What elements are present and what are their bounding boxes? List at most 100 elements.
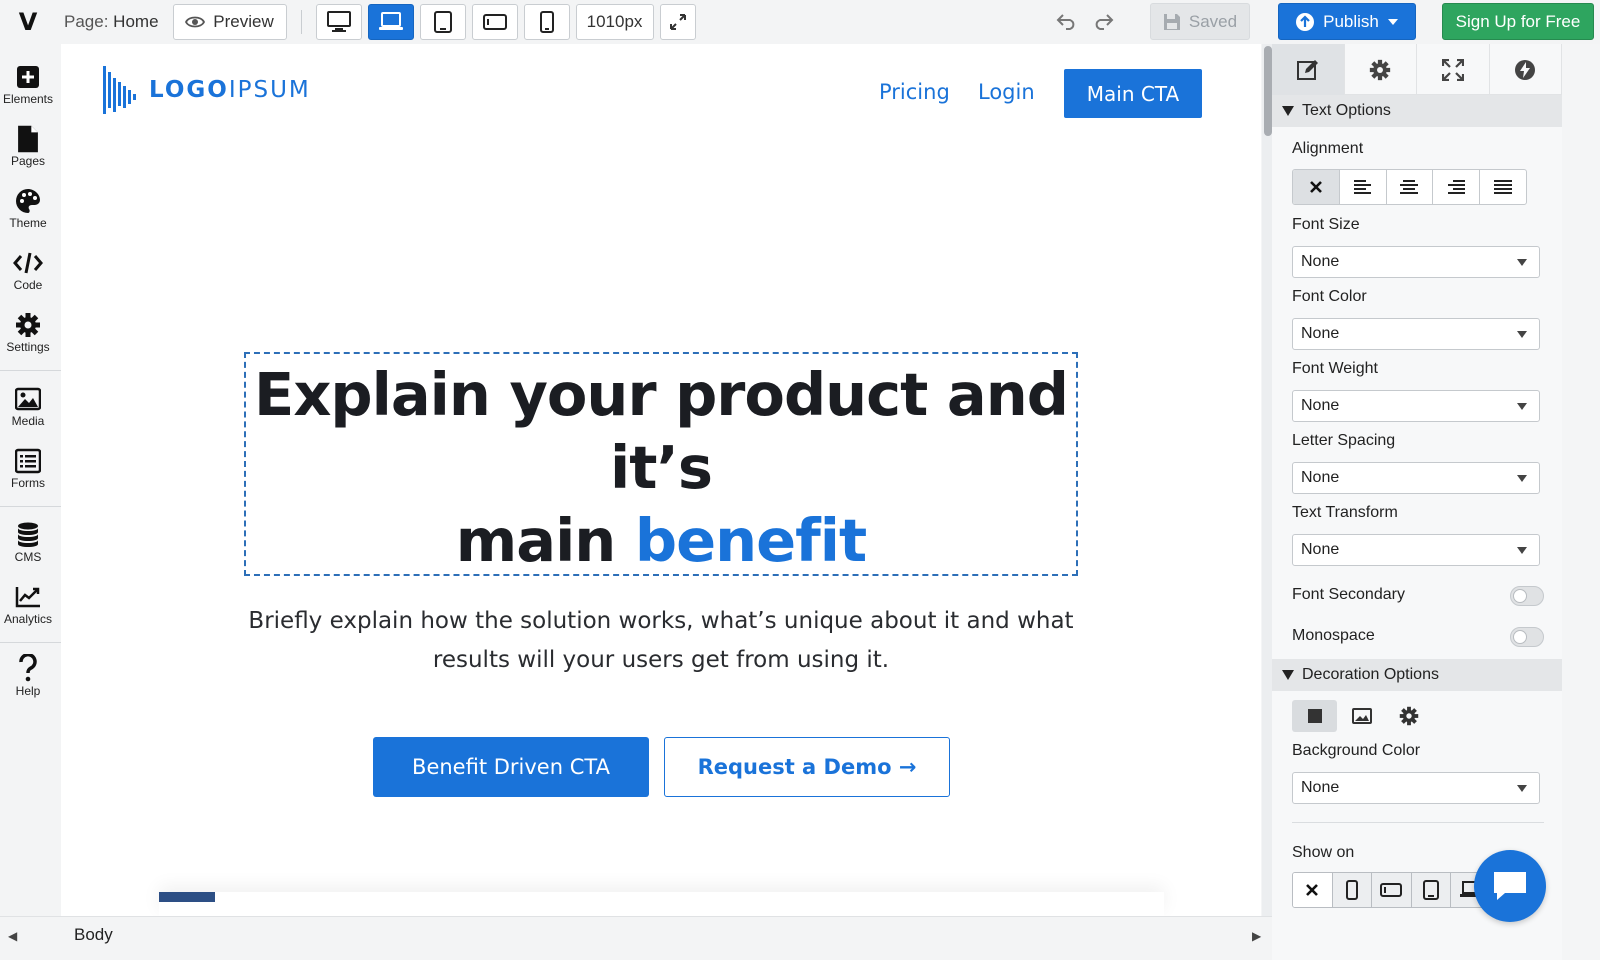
image-icon: [15, 387, 41, 411]
decoration-options-header[interactable]: Decoration Options: [1272, 659, 1562, 691]
scrollbar-thumb[interactable]: [1264, 46, 1272, 136]
font-secondary-toggle[interactable]: [1510, 586, 1544, 606]
preview-button[interactable]: Preview: [172, 4, 287, 40]
soundwave-logo-icon: [103, 66, 136, 114]
font-size-value: None: [1301, 253, 1340, 270]
align-left-button[interactable]: [1340, 170, 1387, 204]
signup-button[interactable]: Sign Up for Free: [1442, 3, 1594, 40]
font-size-select[interactable]: None: [1292, 246, 1540, 278]
sidebar-item-theme[interactable]: Theme: [0, 186, 56, 230]
gear-icon: [1399, 706, 1418, 726]
panel-divider: [1292, 822, 1544, 823]
benefit-cta-button[interactable]: Benefit Driven CTA: [373, 737, 649, 797]
breadcrumb-body[interactable]: Body: [74, 925, 113, 945]
selected-heading-element[interactable]: Explain your product and it’s main benef…: [244, 352, 1078, 576]
scroll-left-icon[interactable]: ◀: [8, 929, 17, 943]
main-cta-button[interactable]: Main CTA: [1064, 69, 1202, 118]
sidebar-item-label: Media: [11, 414, 45, 428]
text-options-header[interactable]: Text Options: [1272, 95, 1562, 127]
monospace-toggle[interactable]: [1510, 627, 1544, 647]
font-color-value: None: [1301, 325, 1340, 342]
font-weight-select[interactable]: None: [1292, 390, 1540, 422]
show-on-tablet-button[interactable]: [1411, 873, 1452, 907]
width-input[interactable]: 1010px: [575, 4, 654, 40]
deco-tab-image[interactable]: [1339, 700, 1384, 732]
tab-interactions[interactable]: [1490, 44, 1562, 95]
sidebar-item-cms[interactable]: CMS: [0, 520, 56, 564]
laptop-view-button[interactable]: [367, 4, 414, 40]
sidebar-divider: [0, 506, 61, 507]
publish-label: Publish: [1323, 11, 1379, 31]
headline-line-2: main benefit: [246, 504, 1076, 577]
redo-icon[interactable]: [1092, 10, 1114, 36]
scroll-right-icon[interactable]: ▶: [1252, 929, 1261, 943]
page-canvas[interactable]: LOGOIPSUM Pricing Login Main CTA Explain…: [61, 44, 1261, 916]
hero-subtext[interactable]: Briefly explain how the solution works, …: [211, 602, 1111, 680]
chevron-down-icon: [1517, 785, 1527, 792]
database-icon: [18, 522, 38, 547]
properties-panel: Text Options Alignment Font Size None Fo…: [1272, 44, 1562, 960]
site-logo[interactable]: LOGOIPSUM: [103, 64, 311, 116]
editor-app: V Page: Home Preview 1010px Saved Publis…: [0, 0, 1600, 960]
request-demo-button[interactable]: Request a Demo →: [664, 737, 950, 797]
background-color-value: None: [1301, 779, 1340, 796]
form-list-icon: [15, 448, 41, 474]
fullscreen-button[interactable]: [659, 4, 696, 40]
chat-launcher-button[interactable]: [1474, 850, 1546, 922]
panel-tabs: [1272, 44, 1562, 95]
letter-spacing-select[interactable]: None: [1292, 462, 1540, 494]
align-none-button[interactable]: [1293, 170, 1340, 204]
background-color-select[interactable]: None: [1292, 772, 1540, 804]
font-color-select[interactable]: None: [1292, 318, 1540, 350]
sidebar-item-analytics[interactable]: Analytics: [0, 582, 56, 626]
show-on-none-button[interactable]: [1293, 873, 1333, 907]
tab-layout[interactable]: [1417, 44, 1490, 95]
image-icon: [1351, 708, 1372, 724]
app-logo[interactable]: V: [0, 8, 56, 36]
code-icon: [13, 252, 43, 274]
hero-headline[interactable]: Explain your product and it’s main benef…: [246, 358, 1076, 577]
deco-tab-color[interactable]: [1292, 700, 1337, 732]
tab-style[interactable]: [1272, 44, 1345, 95]
align-right-button[interactable]: [1433, 170, 1481, 204]
mobile-view-button[interactable]: [523, 4, 570, 40]
sidebar-item-elements[interactable]: Elements: [0, 62, 56, 106]
collapse-triangle-icon: [1282, 106, 1294, 116]
page-selector[interactable]: Page: Home: [64, 12, 159, 32]
nav-login-link[interactable]: Login: [978, 80, 1035, 104]
show-on-mobile-landscape-button[interactable]: [1372, 873, 1412, 907]
nav-pricing-link[interactable]: Pricing: [879, 80, 950, 104]
chevron-down-icon: [1517, 331, 1527, 338]
sidebar-item-forms[interactable]: Forms: [0, 446, 56, 490]
sidebar-item-media[interactable]: Media: [0, 384, 56, 428]
sidebar-item-settings[interactable]: Settings: [0, 310, 56, 354]
text-transform-select[interactable]: None: [1292, 534, 1540, 566]
publish-button[interactable]: Publish: [1278, 3, 1416, 40]
text-transform-label: Text Transform: [1292, 504, 1398, 521]
align-justify-button[interactable]: [1480, 170, 1526, 204]
sidebar-item-pages[interactable]: Pages: [0, 124, 56, 168]
align-center-button[interactable]: [1387, 170, 1434, 204]
sidebar-item-label: CMS: [14, 550, 42, 564]
deco-tab-settings[interactable]: [1386, 700, 1431, 732]
tablet-view-button[interactable]: [419, 4, 466, 40]
tab-settings[interactable]: [1345, 44, 1417, 95]
site-brand-name: LOGOIPSUM: [149, 77, 311, 103]
headline-accent: benefit: [634, 506, 867, 575]
letter-spacing-value: None: [1301, 469, 1340, 486]
background-color-label: Background Color: [1292, 742, 1421, 759]
mobile-landscape-view-button[interactable]: [471, 4, 518, 40]
show-on-mobile-button[interactable]: [1332, 873, 1373, 907]
sidebar-item-label: Code: [13, 278, 43, 292]
saved-button[interactable]: Saved: [1150, 3, 1250, 40]
sidebar-item-code[interactable]: Code: [0, 248, 56, 292]
sidebar-item-label: Elements: [2, 92, 54, 106]
saved-label: Saved: [1188, 11, 1238, 31]
sidebar-item-help[interactable]: Help: [0, 654, 56, 698]
square-fill-icon: [1307, 709, 1322, 723]
left-sidebar: Elements Pages Theme Code Settings Media…: [0, 44, 61, 916]
font-secondary-label: Font Secondary: [1292, 586, 1405, 603]
desktop-view-button[interactable]: [315, 4, 362, 40]
undo-icon[interactable]: [1056, 10, 1078, 36]
breadcrumb-bar: ◀ Body ▶: [0, 916, 1272, 960]
